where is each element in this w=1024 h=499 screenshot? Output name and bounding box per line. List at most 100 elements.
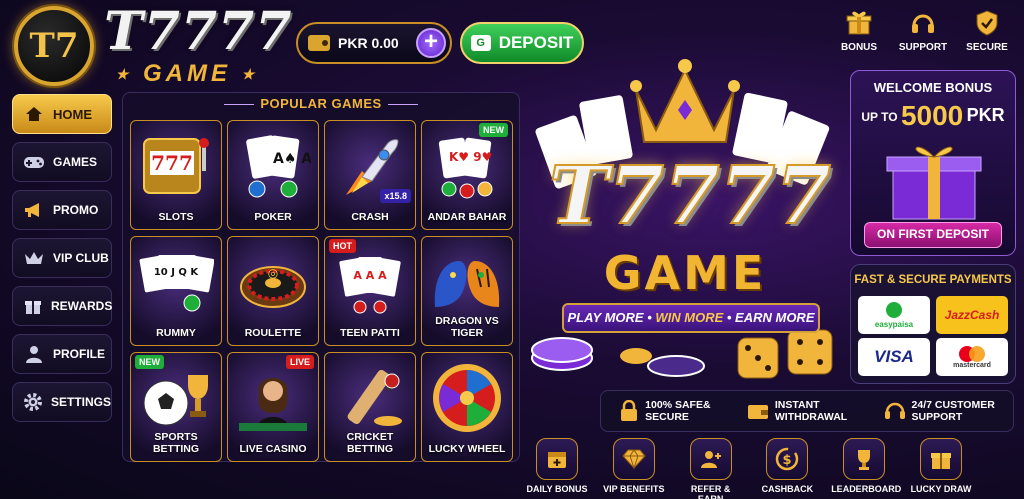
feature-line: 24/7 CUSTOMER [911, 399, 995, 411]
game-card-live-casino[interactable]: LIVE LIVE CASINO [227, 352, 319, 462]
sidebar-item-label: VIP CLUB [53, 251, 109, 265]
tagline-separator: • [643, 310, 656, 325]
logo-badge[interactable]: T7 [14, 6, 94, 86]
playing-cards-icon: K♥ 9♥ [422, 127, 512, 205]
sidebar-item-profile[interactable]: PROFILE [12, 334, 112, 374]
sidebar-nav: HOME GAMES PROMO VIP CLUB REWARDS PROFIL… [12, 94, 112, 422]
casino-chips-icon [531, 337, 705, 377]
payment-name: easypaisa [874, 319, 914, 329]
sidebar-item-settings[interactable]: SETTINGS [12, 382, 112, 422]
gift-icon [919, 438, 962, 480]
popular-games-title: POPULAR GAMES [122, 96, 520, 111]
game-label: SLOTS [158, 211, 194, 223]
wallet-balance[interactable]: PKR 0.00 + [296, 22, 452, 64]
game-label: TEEN PATTI [340, 327, 400, 339]
slot-machine-icon: 777 [131, 127, 221, 205]
support-button[interactable]: SUPPORT [898, 8, 948, 53]
features-strip: 100% SAFE& SECURE INSTANT WITHDRAWAL 24/7 … [600, 390, 1014, 432]
popular-games-title-text: POPULAR GAMES [260, 96, 382, 111]
megaphone-icon [23, 199, 45, 221]
roulette-wheel-icon: ◎ [228, 243, 318, 321]
game-card-slots[interactable]: 777 SLOTS [130, 120, 222, 230]
game-card-lucky-wheel[interactable]: LUCKY WHEEL [421, 352, 513, 462]
cashback-button[interactable]: $ CASHBACK [754, 438, 820, 499]
user-plus-icon [689, 438, 732, 480]
secure-button[interactable]: SECURE [962, 8, 1012, 53]
wallet-icon [308, 35, 330, 51]
daily-bonus-button[interactable]: DAILY BONUS [524, 438, 590, 499]
payment-mastercard[interactable]: mastercard [936, 338, 1008, 376]
support-label: SUPPORT [898, 42, 948, 53]
mastercard-icon [959, 345, 985, 362]
feature-customer-support: 24/7 CUSTOMER SUPPORT [884, 399, 995, 423]
action-label: LEADERBOARD [831, 484, 902, 494]
lock-icon [621, 400, 638, 421]
feature-line: 100% SAFE& [645, 399, 711, 411]
game-card-rummy[interactable]: 10 J Q K RUMMY [130, 236, 222, 346]
feature-line: SUPPORT [911, 411, 963, 423]
refer-earn-button[interactable]: REFER & EARN [678, 438, 744, 499]
action-label: REFER & EARN [690, 484, 731, 499]
leaderboard-button[interactable]: LEADERBOARD [831, 438, 901, 499]
deposit-icon: G [470, 35, 491, 51]
gamepad-icon [23, 151, 45, 173]
wallet-icon [747, 405, 768, 419]
playing-cards-icon: 10 J Q K [131, 243, 221, 321]
welcome-bonus-amount: UP TO 5000 PKR [850, 100, 1016, 132]
game-label: SPORTS BETTING [152, 431, 200, 455]
payment-name: JazzCash [944, 308, 1000, 322]
svg-text:$: $ [783, 453, 792, 468]
crown-icon [23, 247, 45, 269]
game-card-cricket-betting[interactable]: CRICKET BETTING [324, 352, 416, 462]
tagline-play-more: PLAY MORE [567, 310, 644, 325]
action-label: DAILY BONUS [526, 484, 588, 494]
game-card-dragon-vs-tiger[interactable]: DRAGON VS TIGER [421, 236, 513, 346]
game-card-roulette[interactable]: ◎ ROULETTE [227, 236, 319, 346]
dealer-icon [228, 359, 318, 437]
game-card-sports-betting[interactable]: NEW SPORTS BETTING [130, 352, 222, 462]
quick-actions-bar: DAILY BONUS VIP BENEFITS REFER & EARN $ … [524, 438, 974, 499]
payment-name: mastercard [953, 361, 991, 369]
payment-visa[interactable]: VISA [858, 338, 930, 376]
top-icon-bar: BONUS SUPPORT SECURE [834, 8, 1012, 53]
wallet-balance-value: 0.00 [371, 35, 399, 51]
card-text: K♥ 9♥ [449, 150, 492, 164]
payment-jazzcash[interactable]: JazzCash [936, 296, 1008, 334]
multiplier-badge: x15.8 [380, 189, 411, 203]
first-deposit-button[interactable]: ON FIRST DEPOSIT [864, 222, 1002, 248]
headset-icon [898, 8, 948, 38]
game-card-teen-patti[interactable]: HOT A A A TEEN PATTI [324, 236, 416, 346]
bonus-currency: PKR [966, 105, 1005, 125]
lucky-draw-button[interactable]: LUCKY DRAW [908, 438, 974, 499]
sidebar-item-games[interactable]: GAMES [12, 142, 112, 182]
add-funds-button[interactable]: + [416, 28, 446, 58]
playing-cards-icon: A A A [325, 243, 415, 321]
new-badge: NEW [479, 123, 508, 137]
gear-icon [23, 391, 43, 413]
bonus-label: BONUS [840, 42, 878, 53]
hero-tagline: PLAY MORE • WIN MORE • EARN MORE [562, 303, 820, 333]
roulette-glyph: ◎ [268, 266, 278, 280]
game-card-poker[interactable]: A♠ A♥ POKER [227, 120, 319, 230]
slot-reel-text: 777 [151, 151, 193, 175]
hero-subtitle: GAME [603, 246, 767, 300]
feature-line: WITHDRAWAL [774, 411, 848, 423]
game-label: ROULETTE [244, 327, 302, 339]
game-label: LUCKY WHEEL [428, 443, 506, 455]
payment-easypaisa[interactable]: easypaisa [858, 296, 930, 334]
card-text: A♠ A♥ [273, 151, 311, 167]
game-card-andar-bahar[interactable]: NEW K♥ 9♥ ANDAR BAHAR [421, 120, 513, 230]
sidebar-item-label: SETTINGS [51, 395, 112, 409]
cashback-icon: $ [766, 438, 809, 480]
payment-name: VISA [874, 347, 914, 366]
game-card-crash[interactable]: x15.8 CRASH [324, 120, 416, 230]
game-label: ANDAR BAHAR [427, 211, 507, 223]
vip-benefits-button[interactable]: VIP BENEFITS [601, 438, 667, 499]
sidebar-item-home[interactable]: HOME [12, 94, 112, 134]
sidebar-item-vip-club[interactable]: VIP CLUB [12, 238, 112, 278]
sidebar-item-promo[interactable]: PROMO [12, 190, 112, 230]
sidebar-item-rewards[interactable]: REWARDS [12, 286, 112, 326]
payment-methods: easypaisa JazzCash VISA mastercard [858, 296, 1008, 376]
diamond-icon [612, 438, 655, 480]
crown-icon [630, 59, 740, 143]
